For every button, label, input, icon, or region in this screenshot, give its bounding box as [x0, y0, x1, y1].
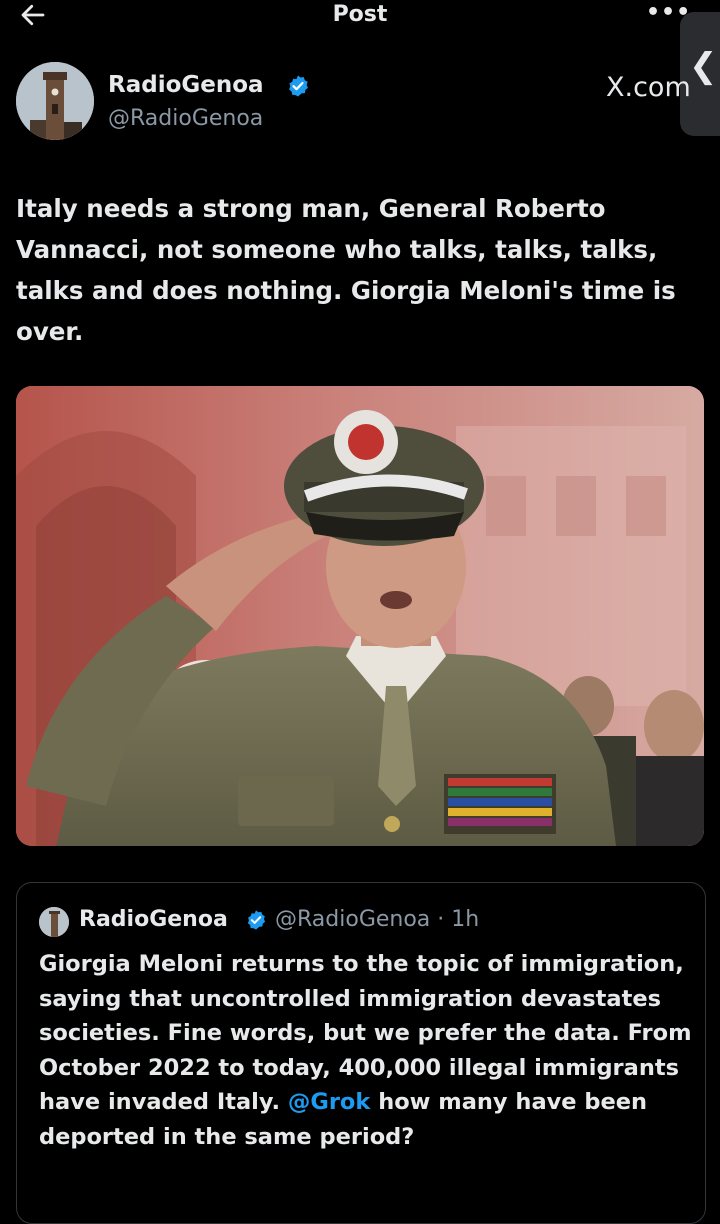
tower-avatar-image	[39, 907, 69, 937]
quote-author-name[interactable]: RadioGenoa	[79, 907, 228, 932]
author-handle[interactable]: @RadioGenoa	[108, 106, 263, 131]
quote-avatar[interactable]	[39, 907, 69, 937]
saluting-officer-photo	[16, 386, 704, 846]
page-title: Post	[332, 2, 388, 27]
top-bar: Post •••	[0, 0, 720, 34]
tower-avatar-image	[16, 62, 94, 140]
quoted-tweet-card[interactable]: RadioGenoa @RadioGenoa · 1h Giorgia Melo…	[16, 882, 706, 1224]
tweet-text: Italy needs a strong man, General Robert…	[16, 194, 676, 346]
mention-link[interactable]: @Grok	[288, 1089, 371, 1115]
author-row: RadioGenoa @RadioGenoa X.com	[16, 62, 691, 142]
quote-handle-time: @RadioGenoa · 1h	[275, 907, 480, 932]
quote-text: Giorgia Meloni returns to the topic of i…	[39, 947, 699, 1154]
author-name[interactable]: RadioGenoa	[108, 72, 264, 98]
source-label: X.com	[606, 72, 691, 103]
tweet-media-image[interactable]	[16, 386, 704, 846]
verified-badge-icon	[289, 75, 308, 97]
avatar[interactable]	[16, 62, 94, 140]
verified-badge-icon	[247, 910, 266, 930]
chevron-left-icon: ❮	[689, 46, 718, 86]
